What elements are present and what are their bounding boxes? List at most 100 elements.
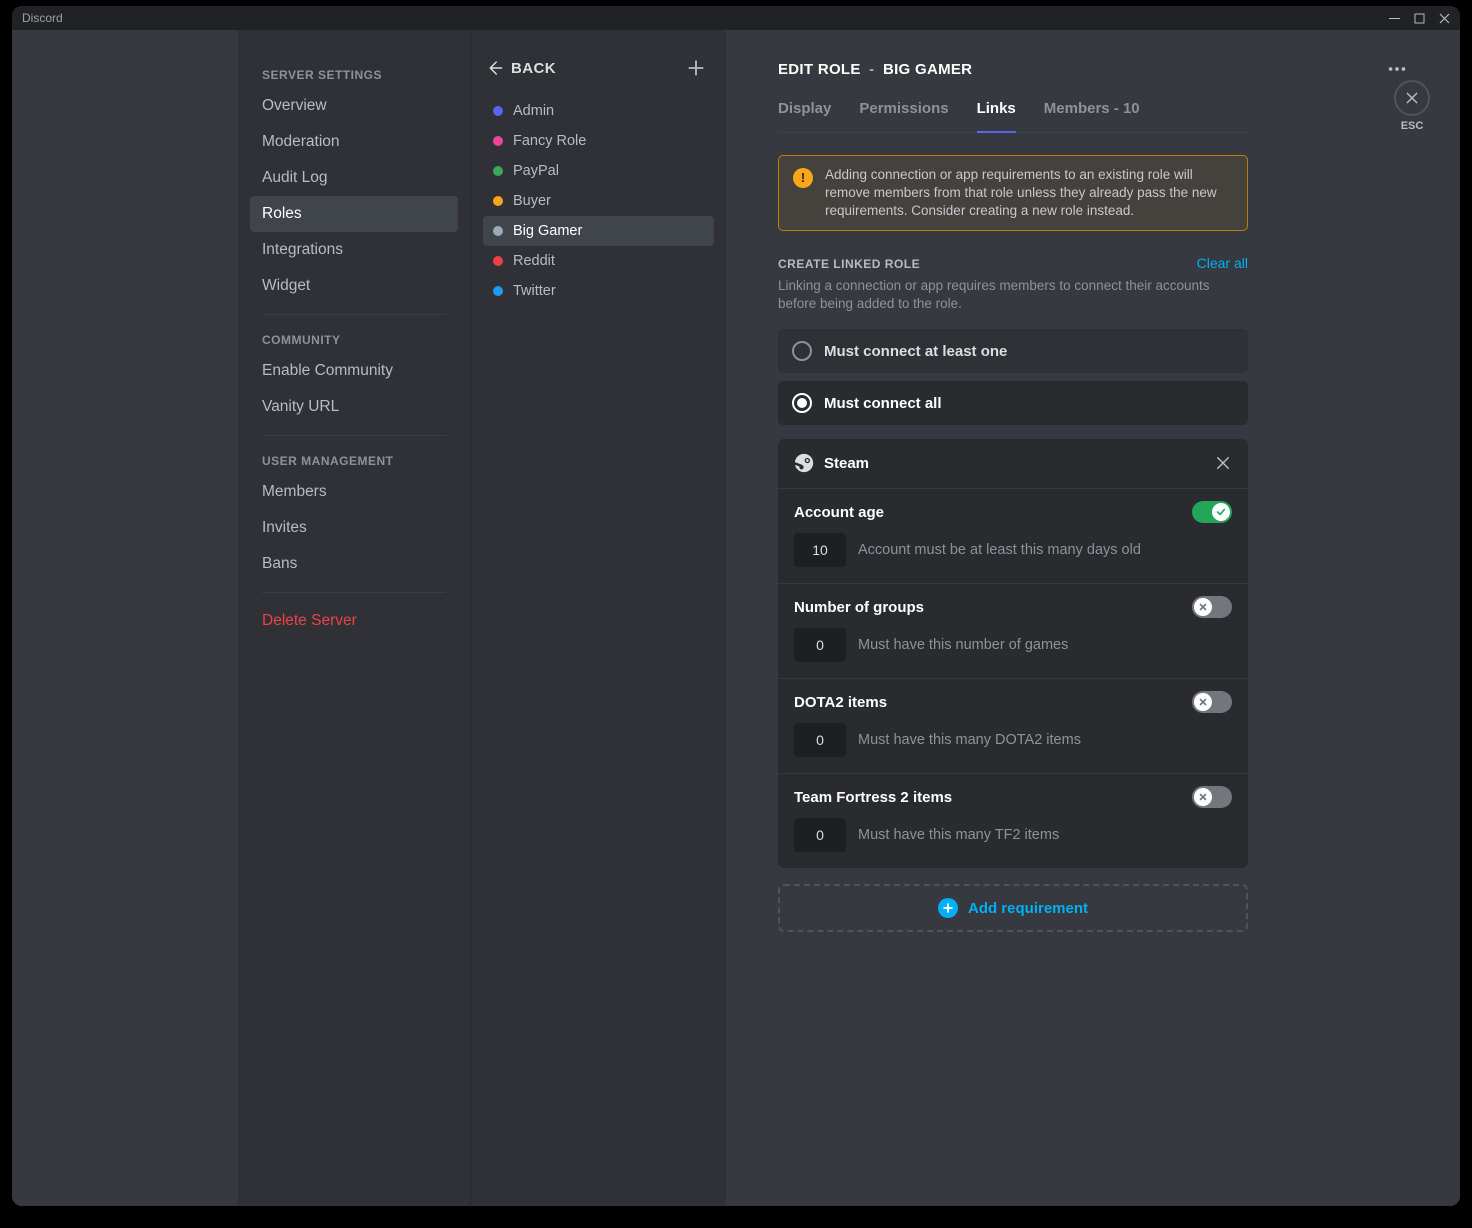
tab-members[interactable]: Members - 10 — [1044, 100, 1140, 133]
remove-requirement-button[interactable] — [1214, 454, 1232, 472]
account-age-input[interactable] — [794, 533, 846, 567]
tf2-input[interactable] — [794, 818, 846, 852]
role-color-dot — [493, 196, 503, 206]
sidebar-item-label: Bans — [262, 555, 297, 572]
radio-connect-at-least-one[interactable]: Must connect at least one — [778, 329, 1248, 373]
sidebar-item-label: Widget — [262, 277, 310, 294]
warning-notice: ! Adding connection or app requirements … — [778, 155, 1248, 231]
back-label: BACK — [511, 60, 556, 77]
title-separator: - — [869, 61, 874, 78]
role-item-label: PayPal — [513, 163, 559, 179]
toggle-groups[interactable] — [1192, 596, 1232, 618]
req-row-tf2: Team Fortress 2 items Must have this man… — [778, 773, 1248, 868]
esc-label: ESC — [1401, 120, 1424, 132]
sidebar-item-bans[interactable]: Bans — [250, 546, 458, 582]
sidebar-heading-community: COMMUNITY — [250, 325, 458, 353]
app-window: Discord SERVER SETTINGS Overview Moderat… — [12, 6, 1460, 1206]
req-row-account-age: Account age Account must be at least thi… — [778, 488, 1248, 583]
more-options-icon[interactable] — [1386, 58, 1408, 80]
add-requirement-button[interactable]: Add requirement — [778, 884, 1248, 932]
role-item-label: Twitter — [513, 283, 556, 299]
req-desc: Account must be at least this many days … — [858, 542, 1141, 558]
tab-permissions[interactable]: Permissions — [859, 100, 948, 133]
sidebar-item-widget[interactable]: Widget — [250, 268, 458, 304]
tab-display[interactable]: Display — [778, 100, 831, 133]
warning-icon: ! — [793, 168, 813, 188]
sidebar-item-label: Delete Server — [262, 612, 357, 629]
dota2-input[interactable] — [794, 723, 846, 757]
tab-links[interactable]: Links — [977, 100, 1016, 133]
sidebar-item-label: Audit Log — [262, 169, 328, 186]
req-row-dota2: DOTA2 items Must have this many DOTA2 it… — [778, 678, 1248, 773]
role-item-twitter[interactable]: Twitter — [483, 276, 714, 306]
role-item-admin[interactable]: Admin — [483, 96, 714, 126]
role-color-dot — [493, 256, 503, 266]
title-role-name: BIG GAMER — [883, 61, 972, 78]
sidebar-item-moderation[interactable]: Moderation — [250, 124, 458, 160]
tab-label: Permissions — [859, 100, 948, 117]
radio-connect-all[interactable]: Must connect all — [778, 381, 1248, 425]
role-item-fancy-role[interactable]: Fancy Role — [483, 126, 714, 156]
toggle-tf2[interactable] — [1192, 786, 1232, 808]
maximize-icon[interactable] — [1414, 13, 1425, 24]
window-controls — [1389, 13, 1450, 24]
role-item-label: Reddit — [513, 253, 555, 269]
notice-text: Adding connection or app requirements to… — [825, 166, 1233, 220]
sidebar-item-audit-log[interactable]: Audit Log — [250, 160, 458, 196]
sidebar-item-label: Moderation — [262, 133, 340, 150]
minimize-icon[interactable] — [1389, 13, 1400, 24]
radio-icon — [792, 393, 812, 413]
steam-icon — [794, 453, 814, 473]
page-title: EDIT ROLE - BIG GAMER — [778, 61, 972, 78]
server-settings-sidebar: SERVER SETTINGS Overview Moderation Audi… — [238, 30, 470, 1206]
req-label: Account age — [794, 504, 884, 521]
close-window-icon[interactable] — [1439, 13, 1450, 24]
toggle-account-age[interactable] — [1192, 501, 1232, 523]
radio-icon — [792, 341, 812, 361]
role-editor-main: ESC EDIT ROLE - BIG GAMER Display Permis… — [726, 30, 1460, 1206]
left-gutter — [12, 30, 238, 1206]
role-item-label: Fancy Role — [513, 133, 586, 149]
sidebar-item-delete-server[interactable]: Delete Server — [250, 603, 458, 639]
radio-label: Must connect all — [824, 395, 942, 412]
sidebar-divider — [262, 435, 446, 436]
sidebar-item-label: Roles — [262, 205, 302, 222]
sidebar-item-label: Vanity URL — [262, 398, 339, 415]
sidebar-divider — [262, 314, 446, 315]
back-button[interactable]: BACK — [485, 59, 556, 77]
sidebar-item-label: Invites — [262, 519, 307, 536]
sidebar-item-vanity-url[interactable]: Vanity URL — [250, 389, 458, 425]
sidebar-item-integrations[interactable]: Integrations — [250, 232, 458, 268]
requirement-card-title: Steam — [824, 455, 869, 472]
requirement-card-steam: Steam Account age — [778, 439, 1248, 868]
clear-all-link[interactable]: Clear all — [1197, 255, 1248, 271]
sidebar-item-overview[interactable]: Overview — [250, 88, 458, 124]
groups-input[interactable] — [794, 628, 846, 662]
role-color-dot — [493, 286, 503, 296]
req-desc: Must have this number of games — [858, 637, 1068, 653]
sidebar-item-enable-community[interactable]: Enable Community — [250, 353, 458, 389]
arrow-left-icon — [485, 59, 503, 77]
role-item-big-gamer[interactable]: Big Gamer — [483, 216, 714, 246]
window-title: Discord — [22, 11, 63, 25]
sidebar-item-invites[interactable]: Invites — [250, 510, 458, 546]
sidebar-item-label: Integrations — [262, 241, 343, 258]
sidebar-item-roles[interactable]: Roles — [250, 196, 458, 232]
toggle-knob — [1212, 503, 1230, 521]
role-item-paypal[interactable]: PayPal — [483, 156, 714, 186]
toggle-knob — [1194, 788, 1212, 806]
req-desc: Must have this many TF2 items — [858, 827, 1059, 843]
sidebar-item-label: Overview — [262, 97, 327, 114]
toggle-dota2[interactable] — [1192, 691, 1232, 713]
titlebar: Discord — [12, 6, 1460, 30]
sidebar-heading-server-settings: SERVER SETTINGS — [250, 60, 458, 88]
section-subtext: Linking a connection or app requires mem… — [778, 277, 1248, 313]
req-label: Team Fortress 2 items — [794, 789, 952, 806]
role-item-reddit[interactable]: Reddit — [483, 246, 714, 276]
role-item-buyer[interactable]: Buyer — [483, 186, 714, 216]
sidebar-item-members[interactable]: Members — [250, 474, 458, 510]
sidebar-heading-user-management: USER MANAGEMENT — [250, 446, 458, 474]
add-role-button[interactable] — [686, 58, 706, 78]
close-button[interactable] — [1394, 80, 1430, 116]
section-heading: CREATE LINKED ROLE — [778, 257, 920, 271]
